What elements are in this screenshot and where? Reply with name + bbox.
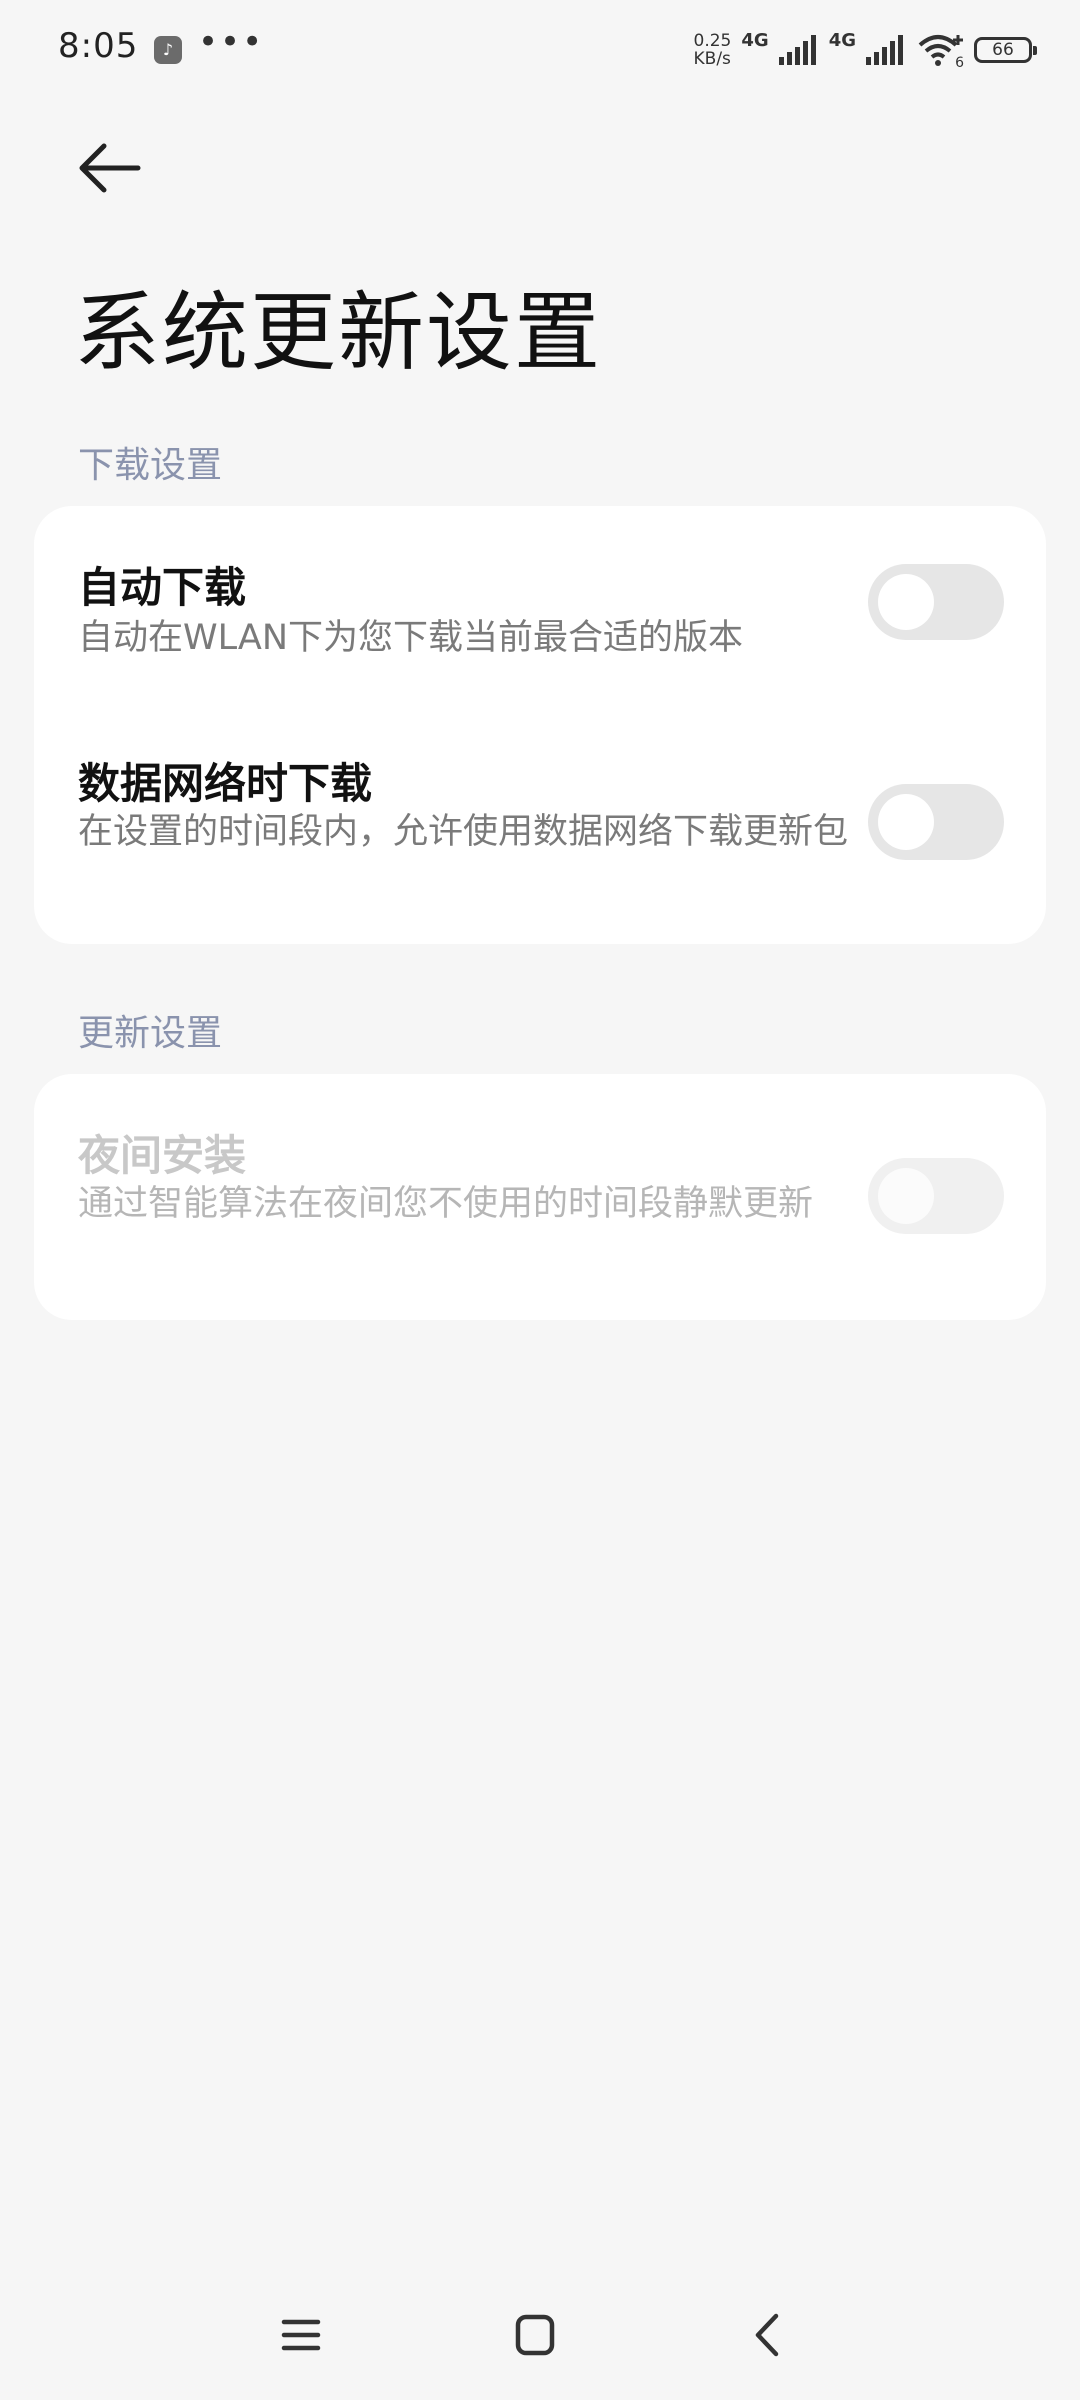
download-settings-card: 自动下载 自动在WLAN下为您下载当前最合适的版本 数据网络时下载 在设置的时间… — [34, 506, 1046, 944]
signal-strength-icon — [778, 35, 816, 65]
night-install-toggle[interactable] — [868, 1158, 1004, 1234]
setting-title: 夜间安装 — [78, 1131, 247, 1180]
arrow-left-icon — [79, 143, 141, 193]
section-header-update-settings: 更新设置 — [78, 1013, 223, 1054]
update-settings-card: 夜间安装 通过智能算法在夜间您不使用的时间段静默更新 — [34, 1074, 1046, 1320]
setting-description: 自动在WLAN下为您下载当前最合适的版本 — [78, 618, 744, 658]
more-notifications-icon: ••• — [198, 22, 265, 62]
home-square-icon — [515, 2314, 555, 2356]
toggle-knob — [878, 1168, 934, 1224]
status-time: 8:05 — [58, 26, 139, 66]
battery-level: 66 — [992, 40, 1014, 60]
mobile-data-download-toggle[interactable] — [868, 784, 1004, 860]
setting-description: 在设置的时间段内，允许使用数据网络下载更新包 — [78, 812, 849, 852]
section-header-download-settings: 下载设置 — [78, 445, 223, 486]
back-button[interactable] — [74, 138, 144, 198]
toggle-knob — [878, 574, 934, 630]
tiktok-icon: ♪ — [154, 36, 182, 64]
toggle-knob — [878, 794, 934, 850]
setting-row-auto-download[interactable]: 自动下载 自动在WLAN下为您下载当前最合适的版本 — [34, 506, 1046, 706]
chevron-left-icon — [755, 2313, 779, 2357]
status-indicators: 0.25 KB/s 4G 4G 6 66 — [694, 28, 1037, 72]
setting-row-night-install[interactable]: 夜间安装 通过智能算法在夜间您不使用的时间段静默更新 — [34, 1074, 1046, 1320]
recent-apps-button[interactable] — [266, 2300, 336, 2370]
setting-title: 数据网络时下载 — [78, 759, 373, 808]
battery-icon: 66 — [974, 37, 1037, 63]
system-back-button[interactable] — [734, 2300, 804, 2370]
sim2-network-type: 4G — [828, 30, 856, 51]
network-speed: 0.25 KB/s — [694, 32, 732, 68]
status-bar: 8:05 ♪ ••• 0.25 KB/s 4G 4G 6 66 — [0, 0, 1080, 100]
network-speed-value: 0.25 — [693, 31, 732, 51]
home-button[interactable] — [500, 2300, 570, 2370]
setting-title: 自动下载 — [78, 563, 247, 612]
page-title: 系统更新设置 — [74, 283, 602, 383]
wifi-label: 6 — [955, 55, 964, 71]
signal-strength-icon — [866, 35, 903, 65]
setting-description: 通过智能算法在夜间您不使用的时间段静默更新 — [78, 1184, 814, 1224]
auto-download-toggle[interactable] — [868, 564, 1004, 640]
sim1-network-type: 4G — [741, 30, 769, 51]
navigation-bar — [0, 2290, 1080, 2380]
wifi-icon: 6 — [916, 33, 964, 71]
network-speed-unit: KB/s — [693, 49, 731, 69]
menu-icon — [281, 2319, 321, 2351]
setting-row-mobile-data-download[interactable]: 数据网络时下载 在设置的时间段内，允许使用数据网络下载更新包 — [34, 706, 1046, 944]
